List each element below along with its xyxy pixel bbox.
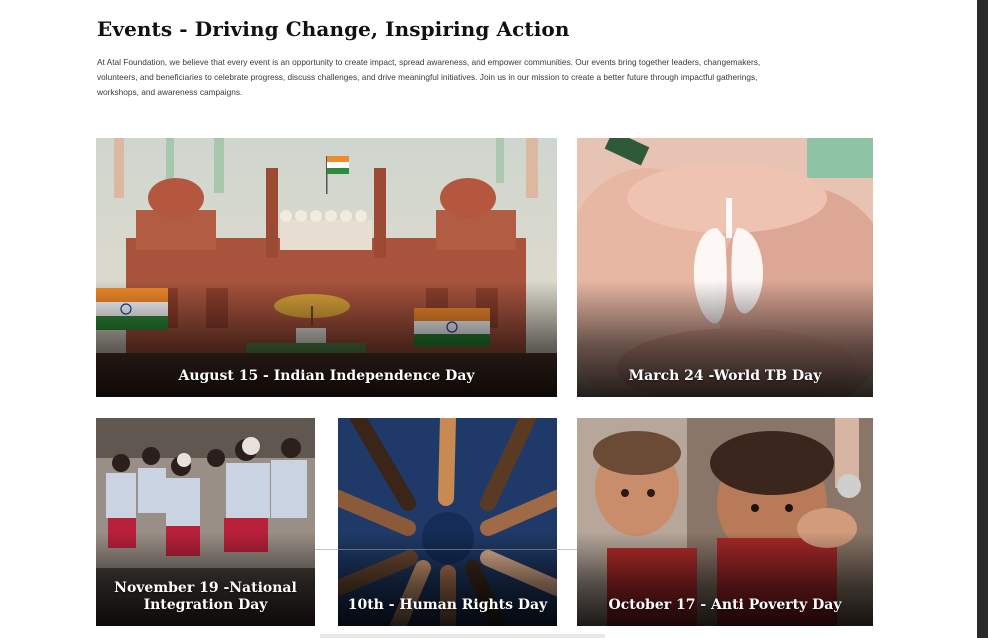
- bottom-edge-bar: [320, 634, 605, 638]
- event-caption: October 17 - Anti Poverty Day: [608, 597, 842, 613]
- divider-line: [315, 549, 577, 550]
- event-caption: 10th - Human Rights Day: [347, 597, 548, 613]
- event-caption: March 24 -World TB Day: [628, 368, 822, 384]
- event-caption: August 15 - Indian Independence Day: [178, 368, 475, 384]
- page-title: Events - Driving Change, Inspiring Actio…: [97, 17, 570, 41]
- page-scrollbar[interactable]: [977, 0, 988, 638]
- intro-paragraph: At Atal Foundation, we believe that ever…: [97, 57, 761, 97]
- event-card-human-rights-day[interactable]: 10th - Human Rights Day: [338, 418, 557, 626]
- event-card-anti-poverty-day[interactable]: October 17 - Anti Poverty Day: [577, 418, 873, 626]
- event-card-national-integration-day[interactable]: November 19 -National Integration Day: [96, 418, 315, 626]
- event-card-world-tb-day[interactable]: March 24 -World TB Day: [577, 138, 873, 397]
- event-caption: November 19 -National Integration Day: [114, 580, 297, 613]
- event-card-independence-day[interactable]: August 15 - Indian Independence Day: [96, 138, 557, 397]
